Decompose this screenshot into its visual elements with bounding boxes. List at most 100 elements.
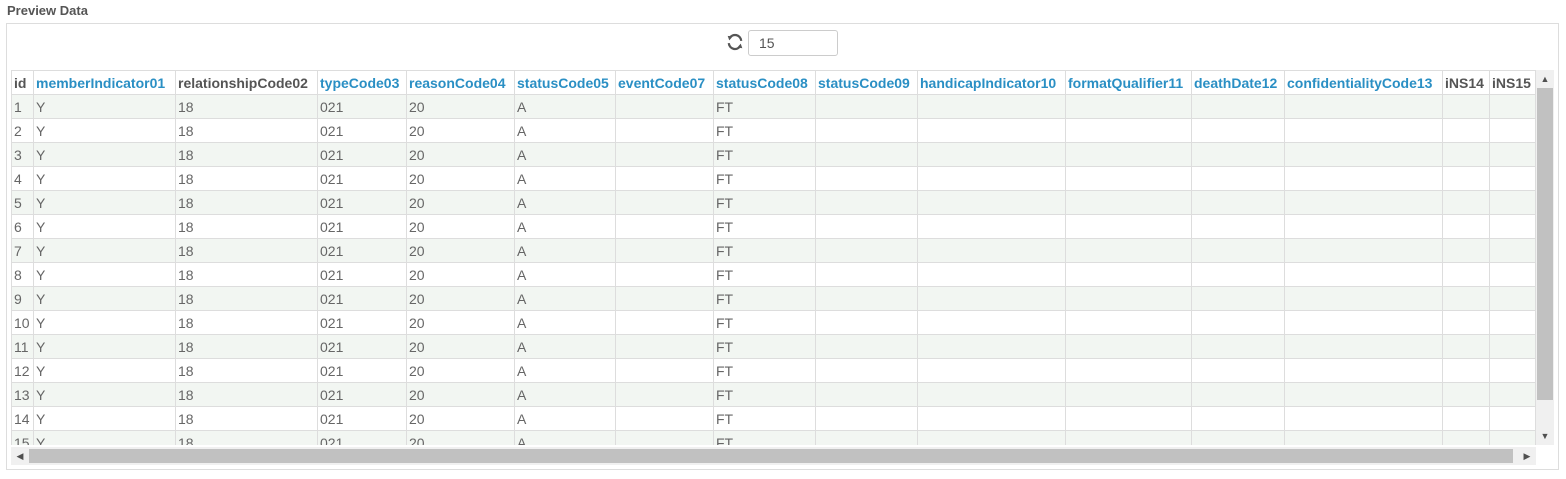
table-cell bbox=[917, 142, 1066, 167]
table-cell: 18 bbox=[175, 118, 318, 143]
table-cell: 11 bbox=[11, 334, 34, 359]
table-cell: 1 bbox=[11, 94, 34, 119]
table-cell: FT bbox=[713, 238, 816, 263]
table-cell bbox=[1442, 334, 1490, 359]
table-cell: 021 bbox=[317, 94, 407, 119]
table-cell bbox=[917, 382, 1066, 407]
column-header[interactable]: handicapIndicator10 bbox=[917, 70, 1066, 95]
table-cell bbox=[815, 142, 918, 167]
table-cell bbox=[1442, 382, 1490, 407]
table-cell bbox=[1284, 334, 1443, 359]
table-cell: Y bbox=[33, 286, 176, 311]
refresh-icon[interactable] bbox=[726, 33, 744, 51]
column-header[interactable]: memberIndicator01 bbox=[33, 70, 176, 95]
table-cell bbox=[917, 310, 1066, 335]
horizontal-scroll-thumb[interactable] bbox=[29, 449, 1513, 463]
table-cell: Y bbox=[33, 334, 176, 359]
table-cell bbox=[1191, 142, 1285, 167]
table-cell: 021 bbox=[317, 118, 407, 143]
table-cell: A bbox=[514, 94, 616, 119]
table-row: 14 Y 18 021 20 A FT bbox=[11, 406, 1536, 431]
table-cell: 021 bbox=[317, 334, 407, 359]
table-cell: 18 bbox=[175, 190, 318, 215]
table-cell: A bbox=[514, 190, 616, 215]
column-header[interactable]: reasonCode04 bbox=[406, 70, 515, 95]
table-cell bbox=[1442, 214, 1490, 239]
table-cell: 18 bbox=[175, 142, 318, 167]
table-cell: 8 bbox=[11, 262, 34, 287]
vertical-scroll-thumb[interactable] bbox=[1537, 88, 1553, 400]
table-cell bbox=[1442, 166, 1490, 191]
table-cell: Y bbox=[33, 262, 176, 287]
table-cell bbox=[1489, 94, 1536, 119]
table-cell bbox=[1065, 118, 1192, 143]
table-cell: FT bbox=[713, 382, 816, 407]
table-cell bbox=[917, 430, 1066, 445]
table-cell: 5 bbox=[11, 190, 34, 215]
table-cell: A bbox=[514, 262, 616, 287]
table-cell bbox=[1442, 358, 1490, 383]
table-cell: 20 bbox=[406, 430, 515, 445]
column-header[interactable]: statusCode08 bbox=[713, 70, 816, 95]
column-header[interactable]: iNS15 bbox=[1489, 70, 1536, 95]
table-cell bbox=[1065, 142, 1192, 167]
column-header[interactable]: typeCode03 bbox=[317, 70, 407, 95]
column-header[interactable]: confidentialityCode13 bbox=[1284, 70, 1443, 95]
scroll-right-icon[interactable]: ▶ bbox=[1518, 449, 1536, 463]
table-cell bbox=[815, 358, 918, 383]
horizontal-scrollbar[interactable]: ◀ ▶ bbox=[11, 447, 1536, 465]
column-header[interactable]: relationshipCode02 bbox=[175, 70, 318, 95]
table-cell bbox=[815, 166, 918, 191]
column-header[interactable]: id bbox=[11, 70, 34, 95]
table-cell bbox=[1489, 430, 1536, 445]
table-cell bbox=[1284, 238, 1443, 263]
table-cell bbox=[1284, 94, 1443, 119]
table-cell: 18 bbox=[175, 94, 318, 119]
table-cell bbox=[917, 94, 1066, 119]
table-row: 12 Y 18 021 20 A FT bbox=[11, 358, 1536, 383]
table-cell bbox=[1489, 310, 1536, 335]
table-cell bbox=[615, 118, 714, 143]
column-header[interactable]: formatQualifier11 bbox=[1065, 70, 1192, 95]
column-header[interactable]: statusCode09 bbox=[815, 70, 918, 95]
scroll-up-icon[interactable]: ▲ bbox=[1536, 72, 1554, 86]
table-cell bbox=[917, 118, 1066, 143]
vertical-scrollbar[interactable]: ▲ ▼ bbox=[1536, 70, 1554, 445]
table-row: 8 Y 18 021 20 A FT bbox=[11, 262, 1536, 287]
table-cell bbox=[615, 142, 714, 167]
table-cell: 18 bbox=[175, 262, 318, 287]
table-cell bbox=[1489, 166, 1536, 191]
table-cell bbox=[1284, 190, 1443, 215]
table-cell bbox=[1284, 118, 1443, 143]
table-cell bbox=[917, 262, 1066, 287]
table-cell: FT bbox=[713, 286, 816, 311]
table-cell: FT bbox=[713, 310, 816, 335]
table-cell: 12 bbox=[11, 358, 34, 383]
table-cell: A bbox=[514, 358, 616, 383]
rows-count-input[interactable] bbox=[748, 30, 838, 56]
table-row: 7 Y 18 021 20 A FT bbox=[11, 238, 1536, 263]
table-cell bbox=[1442, 118, 1490, 143]
column-header[interactable]: deathDate12 bbox=[1191, 70, 1285, 95]
table-cell: A bbox=[514, 166, 616, 191]
table-row: 3 Y 18 021 20 A FT bbox=[11, 142, 1536, 167]
table-cell: 20 bbox=[406, 310, 515, 335]
table-cell bbox=[1489, 286, 1536, 311]
table-cell: 4 bbox=[11, 166, 34, 191]
table-cell: 20 bbox=[406, 406, 515, 431]
table-cell bbox=[1191, 286, 1285, 311]
scroll-down-icon[interactable]: ▼ bbox=[1536, 429, 1554, 443]
column-header[interactable]: statusCode05 bbox=[514, 70, 616, 95]
table-cell: 18 bbox=[175, 238, 318, 263]
table-cell bbox=[615, 382, 714, 407]
table-cell bbox=[1065, 310, 1192, 335]
scroll-left-icon[interactable]: ◀ bbox=[11, 449, 29, 463]
table-cell: 13 bbox=[11, 382, 34, 407]
table-cell: 20 bbox=[406, 118, 515, 143]
table-cell bbox=[1442, 94, 1490, 119]
table-cell bbox=[1284, 214, 1443, 239]
column-header[interactable]: eventCode07 bbox=[615, 70, 714, 95]
table-cell: FT bbox=[713, 118, 816, 143]
column-header[interactable]: iNS14 bbox=[1442, 70, 1490, 95]
table-cell bbox=[1442, 406, 1490, 431]
